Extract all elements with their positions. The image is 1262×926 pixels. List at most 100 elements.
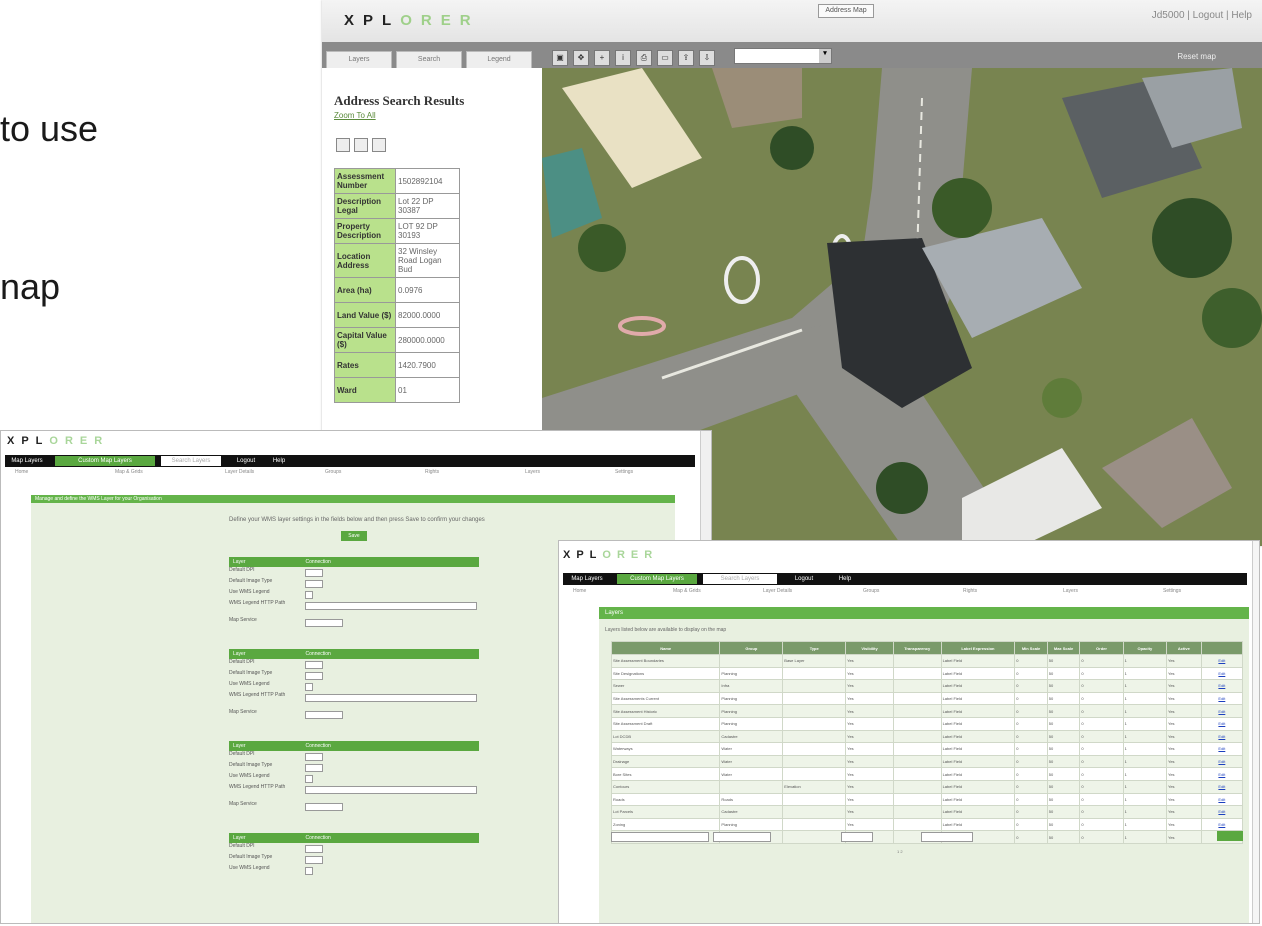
column-header[interactable]: Name xyxy=(610,641,721,655)
nav-item-active[interactable]: Custom Map Layers xyxy=(617,574,697,584)
dpi-select[interactable] xyxy=(305,845,323,853)
table-row[interactable]: Site Assessment Draft Planning Yes Label Fi… xyxy=(610,716,1244,731)
table-row[interactable]: Waterways Water Yes Label Field 0 50 0 1 Yes Edit xyxy=(610,742,1244,756)
sub-nav-item[interactable]: Settings xyxy=(615,469,633,475)
zoom-to-extent-icon[interactable]: ▣ xyxy=(552,50,568,66)
layer-select[interactable]: ▾ xyxy=(734,48,832,64)
edit-link[interactable]: Edit xyxy=(1200,805,1244,819)
legend-path-input[interactable] xyxy=(305,602,477,610)
legend-checkbox[interactable] xyxy=(305,683,313,691)
label-input[interactable] xyxy=(921,832,973,842)
table-row[interactable]: Site Designations Planning Yes Label Field 0… xyxy=(610,666,1244,681)
column-header[interactable]: Order xyxy=(1079,641,1124,655)
sub-nav-item[interactable]: Settings xyxy=(1163,588,1181,594)
tab-search[interactable]: Search xyxy=(396,51,462,69)
column-header[interactable]: Min Scale xyxy=(1014,641,1048,655)
map-service-select[interactable] xyxy=(305,619,343,627)
edit-link[interactable]: Edit xyxy=(1200,779,1244,794)
sub-nav-item[interactable]: Rights xyxy=(963,588,977,594)
column-header[interactable]: Label Expression xyxy=(940,641,1016,655)
download-icon[interactable]: ⇩ xyxy=(699,50,715,66)
map-service-select[interactable] xyxy=(305,803,343,811)
address-map-button[interactable]: Address Map xyxy=(818,4,874,18)
sub-nav-item[interactable]: Home xyxy=(15,469,28,475)
nav-help[interactable]: Help xyxy=(267,456,291,466)
legend-path-input[interactable] xyxy=(305,694,477,702)
print-icon[interactable]: ⎙ xyxy=(636,50,652,66)
image-type-select[interactable] xyxy=(305,856,323,864)
nav-item[interactable]: Map Layers xyxy=(567,574,607,584)
name-input[interactable] xyxy=(611,832,709,842)
measure-icon[interactable]: ▭ xyxy=(657,50,673,66)
nav-item-active[interactable]: Custom Map Layers xyxy=(55,456,155,466)
search-layers-input[interactable]: Search Layers xyxy=(703,574,777,584)
table-row[interactable]: Sewer Infra Yes Label Field 0 50 0 1 Yes Edit xyxy=(610,679,1244,693)
nav-item[interactable]: Map Layers xyxy=(9,456,45,466)
table-row[interactable]: Roads Roads Yes Label Field 0 50 0 1 Yes Edit xyxy=(610,792,1244,807)
sub-nav-item[interactable]: Groups xyxy=(325,469,341,475)
table-row[interactable]: Lot Parcels Cadastre Yes Label Field 0 50 0 1 Ye… xyxy=(610,805,1244,819)
print-icon[interactable] xyxy=(372,138,386,152)
top-links[interactable]: Jd5000 | Logout | Help xyxy=(1152,10,1252,21)
column-header[interactable]: Visibility xyxy=(845,641,894,655)
image-type-select[interactable] xyxy=(305,580,323,588)
table-row[interactable]: Site Assessments Current Planning Yes Label… xyxy=(610,691,1244,706)
sub-nav-item[interactable]: Map & Grids xyxy=(673,588,701,594)
sub-nav-item[interactable]: Layer Details xyxy=(225,469,254,475)
edit-link[interactable]: Edit xyxy=(1200,742,1244,756)
info-icon[interactable]: i xyxy=(615,50,631,66)
table-row[interactable]: Contours Elevation Yes Label Field 0 50 0 1 Yes E… xyxy=(610,779,1244,794)
column-header[interactable]: Transparency xyxy=(892,641,942,655)
dpi-select[interactable] xyxy=(305,569,323,577)
save-button[interactable]: Save xyxy=(341,531,367,541)
table-row[interactable]: Site Assessment Boundaries Base Layer Yes L… xyxy=(610,654,1244,668)
copy-icon[interactable] xyxy=(354,138,368,152)
edit-link[interactable]: Edit xyxy=(1200,666,1244,681)
sub-nav-item[interactable]: Layers xyxy=(1063,588,1078,594)
pagination[interactable]: 1 2 xyxy=(897,849,903,854)
edit-link[interactable]: Edit xyxy=(1200,817,1244,832)
sub-nav-item[interactable]: Home xyxy=(573,588,586,594)
visibility-select[interactable] xyxy=(841,832,873,842)
table-row[interactable]: Lot DCDB Cadastre Yes Label Field 0 50 0 1 Yes Ed… xyxy=(610,729,1244,744)
sub-nav-item[interactable]: Groups xyxy=(863,588,879,594)
nav-logout[interactable]: Logout xyxy=(789,574,819,584)
edit-link[interactable]: Edit xyxy=(1200,679,1244,693)
export-icon[interactable]: ⇪ xyxy=(678,50,694,66)
edit-link[interactable]: Edit xyxy=(1200,716,1244,731)
column-header[interactable]: Type xyxy=(782,641,847,655)
legend-checkbox[interactable] xyxy=(305,867,313,875)
nav-help[interactable]: Help xyxy=(833,574,857,584)
edit-link[interactable]: Edit xyxy=(1200,729,1244,744)
edit-link[interactable]: Edit xyxy=(1200,754,1244,769)
table-row[interactable]: Site Assessment Historic Planning Yes Label… xyxy=(610,704,1244,718)
map-service-select[interactable] xyxy=(305,711,343,719)
scrollbar[interactable] xyxy=(1252,541,1259,923)
column-header[interactable]: Group xyxy=(719,641,784,655)
legend-checkbox[interactable] xyxy=(305,775,313,783)
edit-link[interactable]: Edit xyxy=(1200,792,1244,807)
column-header[interactable]: Max Scale xyxy=(1046,641,1081,655)
legend-path-input[interactable] xyxy=(305,786,477,794)
search-layers-input[interactable]: Search Layers xyxy=(161,456,221,466)
image-type-select[interactable] xyxy=(305,764,323,772)
sub-nav-item[interactable]: Layer Details xyxy=(763,588,792,594)
edit-link[interactable]: Edit xyxy=(1200,704,1244,718)
edit-link[interactable]: Edit xyxy=(1200,767,1244,781)
edit-link[interactable]: Edit xyxy=(1200,654,1244,668)
tab-legend[interactable]: Legend xyxy=(466,51,532,69)
group-select[interactable] xyxy=(713,832,771,842)
column-header[interactable]: Active xyxy=(1166,641,1202,655)
reset-map-link[interactable]: Reset map xyxy=(1177,52,1216,61)
legend-checkbox[interactable] xyxy=(305,591,313,599)
sub-nav-item[interactable]: Rights xyxy=(425,469,439,475)
tab-layers[interactable]: Layers xyxy=(326,51,392,69)
pan-icon[interactable]: ✥ xyxy=(573,50,589,66)
add-button[interactable] xyxy=(1217,831,1243,841)
dpi-select[interactable] xyxy=(305,753,323,761)
nav-logout[interactable]: Logout xyxy=(231,456,261,466)
dpi-select[interactable] xyxy=(305,661,323,669)
column-header[interactable]: Opacity xyxy=(1122,641,1168,655)
sub-nav-item[interactable]: Map & Grids xyxy=(115,469,143,475)
table-row[interactable]: Zoning Planning Yes Label Field 0 50 0 1 Yes Edit xyxy=(610,817,1244,832)
